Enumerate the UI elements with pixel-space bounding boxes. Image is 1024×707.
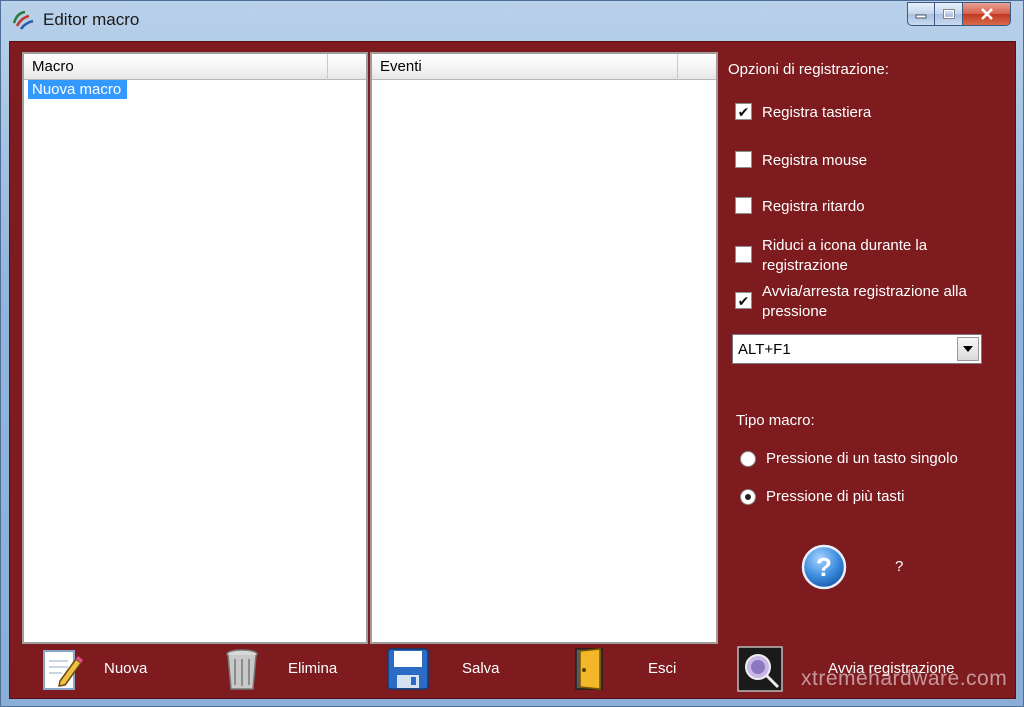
checkbox-label: Registra tastiera [762, 104, 872, 121]
checkbox-box [735, 151, 752, 168]
hotkey-value: ALT+F1 [738, 340, 791, 358]
help-icon[interactable]: ? [801, 544, 847, 590]
radio-circle [740, 488, 756, 505]
radio-label: Pressione di un tasto singolo [766, 450, 958, 467]
events-list-header: Eventi [372, 54, 716, 80]
close-button[interactable] [963, 2, 1011, 26]
events-list[interactable]: Eventi [370, 52, 718, 644]
checkbox-box [735, 246, 752, 263]
checkbox-label: Avvia/arresta registrazione alla pressio… [762, 283, 967, 320]
checkbox-label: Registra mouse [762, 152, 868, 169]
list-item[interactable]: Nuova macro [24, 80, 366, 100]
save-macro-button[interactable]: Salva [384, 642, 500, 696]
macro-list[interactable]: Macro Nuova macro [22, 52, 368, 644]
checkbox-label: Riduci a icona durante la registrazione [762, 237, 928, 274]
macro-type-title: Tipo macro: [736, 412, 815, 429]
window-title: Editor macro [43, 10, 140, 29]
save-icon [387, 648, 429, 690]
dropdown-button[interactable] [957, 337, 979, 361]
delete-macro-button[interactable]: Elimina [218, 642, 337, 696]
start-stop-on-hotkey-checkbox[interactable]: ✔ Avvia/arresta registrazione alla press… [735, 282, 992, 322]
record-mouse-checkbox[interactable]: Registra mouse [735, 151, 992, 171]
delete-macro-label: Elimina [288, 660, 338, 677]
record-keyboard-checkbox[interactable]: ✔ Registra tastiera [735, 103, 992, 123]
radio-circle [740, 450, 756, 467]
single-key-radio[interactable]: Pressione di un tasto singolo [740, 450, 958, 467]
macro-list-header: Macro [24, 54, 366, 80]
maximize-icon [942, 9, 955, 19]
client-area: Macro Nuova macro Eventi Opzioni di regi… [9, 41, 1016, 699]
exit-label: Esci [648, 660, 677, 677]
svg-text:?: ? [816, 552, 832, 582]
minimize-button[interactable] [907, 2, 935, 26]
minimize-icon [915, 14, 927, 19]
macro-column-header[interactable]: Macro [24, 54, 328, 80]
start-recording-button[interactable]: Avvia registrazione [736, 642, 954, 696]
help-label: ? [895, 558, 904, 575]
macro-column-spacer [328, 54, 366, 80]
radio-label: Pressione di più tasti [766, 488, 905, 505]
events-column-spacer [678, 54, 716, 80]
multi-key-radio[interactable]: Pressione di più tasti [740, 488, 904, 505]
minimize-while-recording-checkbox[interactable]: Riduci a icona durante la registrazione [735, 236, 992, 276]
save-macro-label: Salva [462, 660, 500, 677]
title-bar[interactable]: Editor macro [1, 1, 1024, 39]
hotkey-select[interactable]: ALT+F1 [732, 334, 982, 364]
editor-macro-window: Editor macro Macro Nuova macro Eventi Op… [0, 0, 1024, 707]
new-document-icon [43, 650, 83, 690]
trash-icon [226, 649, 258, 690]
chevron-down-icon [963, 346, 973, 352]
app-logo-icon [12, 10, 34, 30]
record-delay-checkbox[interactable]: Registra ritardo [735, 197, 992, 217]
new-macro-button[interactable]: Nuova [38, 642, 147, 696]
record-icon [737, 646, 783, 692]
checkbox-box [735, 197, 752, 214]
checkbox-box: ✔ [735, 103, 752, 120]
close-icon [980, 8, 993, 20]
new-macro-label: Nuova [104, 660, 148, 677]
checkbox-label: Registra ritardo [762, 198, 865, 215]
maximize-button[interactable] [935, 2, 963, 26]
recording-options-panel: Opzioni di registrazione: ✔ Registra tas… [728, 52, 1008, 572]
exit-button[interactable]: Esci [568, 642, 676, 696]
macro-item-label: Nuova macro [28, 80, 128, 99]
recording-options-title: Opzioni di registrazione: [728, 61, 889, 78]
events-column-header[interactable]: Eventi [372, 54, 678, 80]
caption-buttons [907, 2, 1011, 28]
checkbox-box: ✔ [735, 292, 752, 309]
exit-door-icon [575, 648, 603, 690]
watermark: xtremehardware.com [801, 667, 1008, 690]
